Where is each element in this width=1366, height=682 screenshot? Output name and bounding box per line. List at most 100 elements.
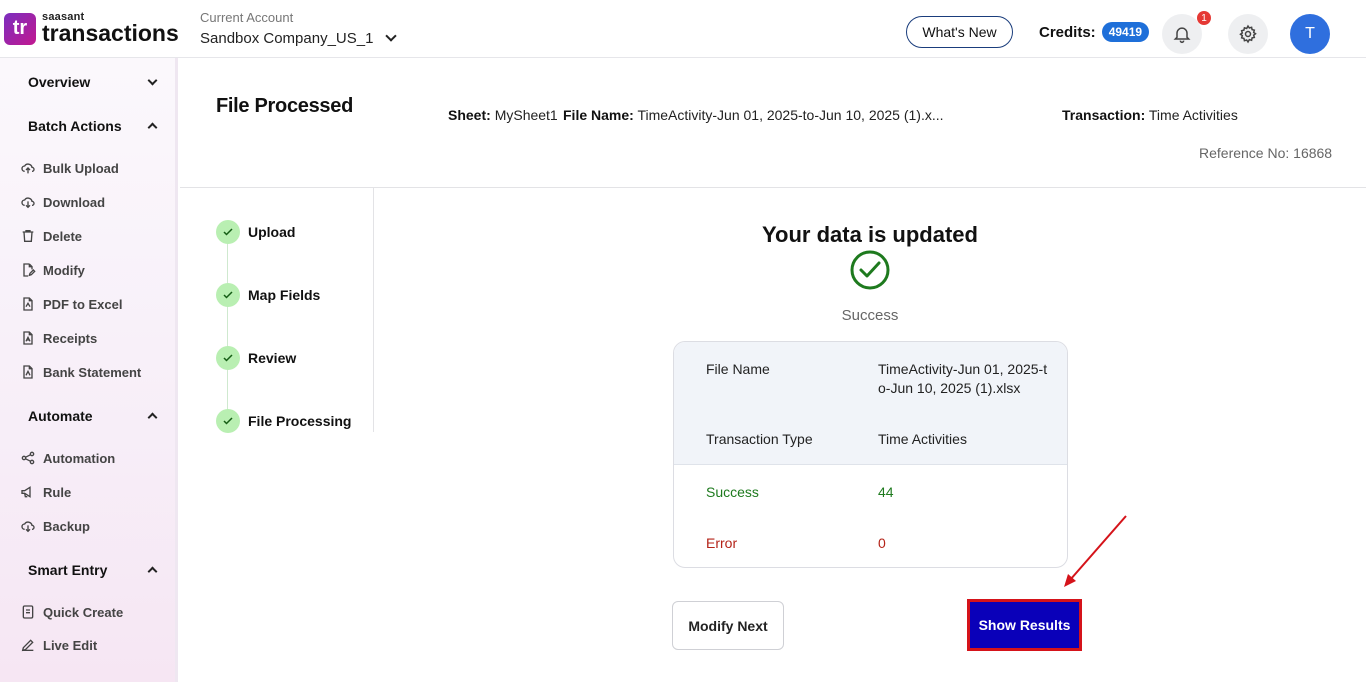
document-icon — [22, 605, 34, 619]
success-label: Success — [706, 484, 759, 500]
sidebar-item-label: Live Edit — [43, 637, 98, 653]
account-name: Sandbox Company_US_1 — [200, 30, 374, 47]
credits-label: Credits: — [1039, 23, 1096, 41]
success-count: 44 — [878, 484, 894, 500]
show-results-button[interactable]: Show Results — [967, 599, 1082, 651]
notification-badge: 1 — [1197, 11, 1211, 25]
sidebar-item-receipts[interactable]: Receipts — [20, 330, 97, 346]
chevron-down-icon — [147, 75, 158, 85]
result-title: Your data is updated — [762, 222, 978, 247]
settings-button[interactable] — [1228, 14, 1268, 54]
chevron-up-icon — [147, 412, 158, 423]
sidebar-item-live-edit[interactable]: Live Edit — [20, 637, 97, 653]
step-label: Map Fields — [248, 287, 321, 303]
notifications-button[interactable] — [1162, 14, 1202, 54]
step-map-fields: Map Fields — [216, 283, 320, 307]
sidebar-item-bulk-upload[interactable]: Bulk Upload — [20, 160, 119, 176]
sidebar-item-label: PDF to Excel — [43, 296, 123, 312]
logo-product: transactions — [42, 20, 179, 46]
sidebar-item-label: Receipts — [43, 330, 98, 346]
stepper-divider — [373, 188, 374, 432]
chevron-up-icon — [147, 566, 158, 577]
sidebar-section-overview[interactable]: Overview — [28, 74, 158, 90]
error-count: 0 — [878, 535, 886, 551]
credits: Credits: 49419 — [1039, 22, 1150, 42]
step-label: Upload — [248, 224, 296, 240]
share-nodes-icon — [21, 451, 35, 465]
section-label: Overview — [28, 74, 91, 90]
sheet-value: MySheet1 — [494, 107, 558, 123]
bank-statement-icon — [23, 365, 33, 379]
sheet-info: Sheet: MySheet1 — [448, 107, 558, 123]
sidebar-section-automate[interactable]: Automate — [28, 408, 158, 424]
receipt-icon — [23, 331, 33, 345]
transaction-value: Time Activities — [1148, 107, 1238, 123]
trash-icon — [22, 230, 34, 242]
chevron-down-icon[interactable] — [385, 30, 398, 42]
section-label: Smart Entry — [28, 562, 108, 578]
file-name-line1: TimeActivity-Jun 01, 2025-t — [878, 361, 1048, 377]
file-name-line2: o-Jun 10, 2025 (1).xlsx — [878, 380, 1021, 396]
bell-icon — [1173, 27, 1191, 44]
step-label: Review — [248, 350, 297, 366]
transaction-type-label: Transaction Type — [706, 431, 813, 447]
error-label: Error — [706, 535, 738, 551]
stepper-line — [227, 240, 228, 420]
file-label: File Name: — [563, 107, 634, 123]
sidebar-item-quick-create[interactable]: Quick Create — [20, 604, 123, 620]
check-icon — [216, 346, 240, 370]
sidebar-item-pdf-to-excel[interactable]: PDF to Excel — [20, 296, 122, 312]
sidebar-item-automation[interactable]: Automation — [20, 450, 115, 466]
reference-number: Reference No: 16868 — [1199, 145, 1333, 161]
sidebar-item-rule[interactable]: Rule — [20, 484, 71, 500]
whats-new-button[interactable]: What's New — [906, 16, 1013, 48]
top-bar: tr saasant transactions Current Account … — [0, 0, 1366, 58]
modify-next-button[interactable]: Modify Next — [672, 601, 784, 650]
sidebar-item-bank-statement[interactable]: Bank Statement — [20, 364, 141, 380]
section-label: Batch Actions — [28, 118, 122, 134]
sidebar: Overview Batch Actions Bulk Upload Downl… — [0, 58, 178, 682]
transaction-label: Transaction: — [1062, 107, 1146, 123]
page-title: File Processed — [216, 95, 353, 117]
check-icon — [216, 283, 240, 307]
sidebar-item-label: Automation — [43, 450, 116, 466]
step-upload: Upload — [216, 220, 295, 244]
logo-mark: tr — [4, 12, 36, 45]
header-divider — [180, 187, 1366, 188]
gear-icon — [1239, 24, 1257, 44]
pdf-file-icon — [23, 297, 33, 311]
sheet-label: Sheet: — [448, 107, 491, 123]
sidebar-item-modify[interactable]: Modify — [20, 262, 85, 278]
sidebar-item-delete[interactable]: Delete — [20, 228, 82, 244]
chevron-up-icon — [147, 122, 158, 133]
sidebar-item-label: Quick Create — [43, 604, 124, 620]
transaction-type-value: Time Activities — [878, 431, 967, 447]
sidebar-section-smart-entry[interactable]: Smart Entry — [28, 562, 158, 578]
step-file-processing: File Processing — [216, 409, 351, 433]
section-label: Automate — [28, 408, 93, 424]
account-label: Current Account — [200, 10, 294, 25]
avatar[interactable]: T — [1290, 14, 1330, 54]
sidebar-item-label: Rule — [43, 484, 72, 500]
sidebar-section-batch-actions[interactable]: Batch Actions — [28, 118, 158, 134]
pencil-icon — [21, 639, 34, 652]
credits-badge: 49419 — [1101, 22, 1150, 42]
sidebar-item-label: Download — [43, 194, 106, 210]
step-review: Review — [216, 346, 296, 370]
file-info: File Name: TimeActivity-Jun 01, 2025-to-… — [563, 107, 944, 123]
sidebar-item-backup[interactable]: Backup — [20, 518, 90, 534]
app-logo[interactable]: tr saasant transactions — [4, 12, 179, 45]
result-summary-card: File Name TimeActivity-Jun 01, 2025-t o-… — [673, 341, 1068, 568]
sidebar-item-label: Modify — [43, 262, 85, 278]
success-check-icon — [850, 250, 890, 290]
account-switcher[interactable]: Current Account Sandbox Company_US_1 — [200, 10, 398, 47]
megaphone-icon — [21, 486, 31, 498]
cloud-download-icon — [21, 197, 35, 209]
cloud-backup-icon — [21, 521, 35, 533]
sidebar-item-label: Delete — [43, 228, 83, 244]
step-label: File Processing — [248, 413, 352, 429]
sidebar-item-download[interactable]: Download — [20, 194, 105, 210]
cloud-upload-icon — [21, 163, 35, 174]
sidebar-item-label: Bulk Upload — [43, 160, 119, 176]
result-status: Success — [841, 307, 899, 324]
